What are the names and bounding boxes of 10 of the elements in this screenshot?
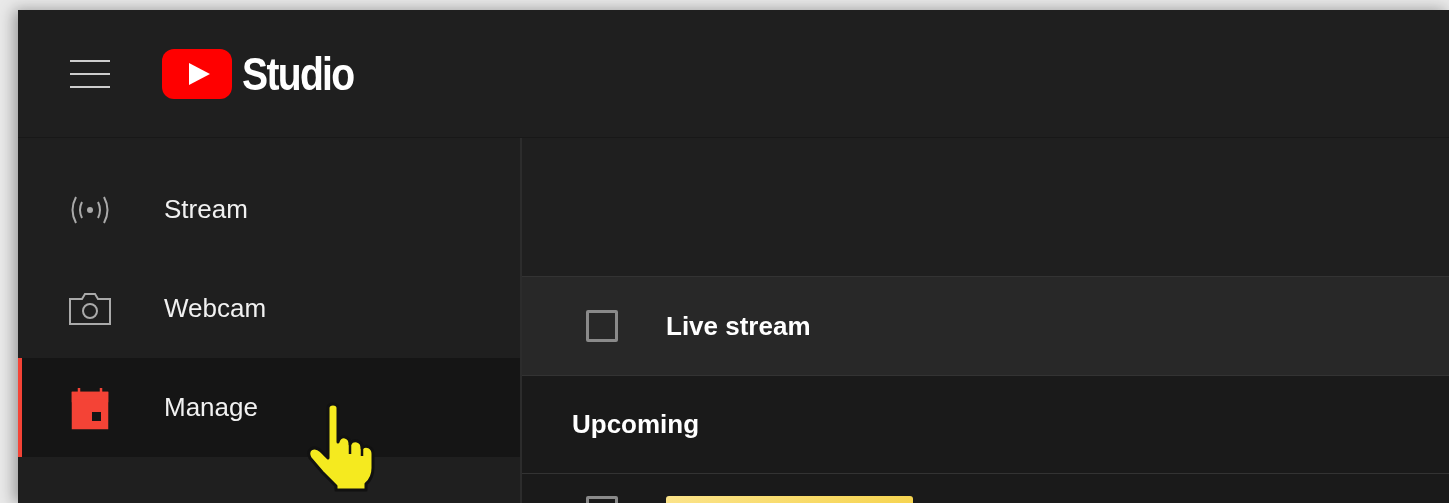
section-heading: Upcoming bbox=[572, 409, 700, 440]
play-logo-icon bbox=[162, 48, 232, 99]
sidebar-item[interactable]: Webcam bbox=[18, 259, 520, 358]
logo-text: Studio bbox=[242, 46, 354, 101]
menu-icon[interactable] bbox=[70, 58, 110, 89]
column-header: Live stream bbox=[666, 310, 811, 342]
select-all-checkbox[interactable] bbox=[586, 310, 618, 342]
sidebar-item[interactable]: Stream bbox=[18, 160, 520, 259]
camera-icon bbox=[68, 291, 112, 326]
sidebar-item[interactable]: Manage bbox=[18, 358, 520, 457]
